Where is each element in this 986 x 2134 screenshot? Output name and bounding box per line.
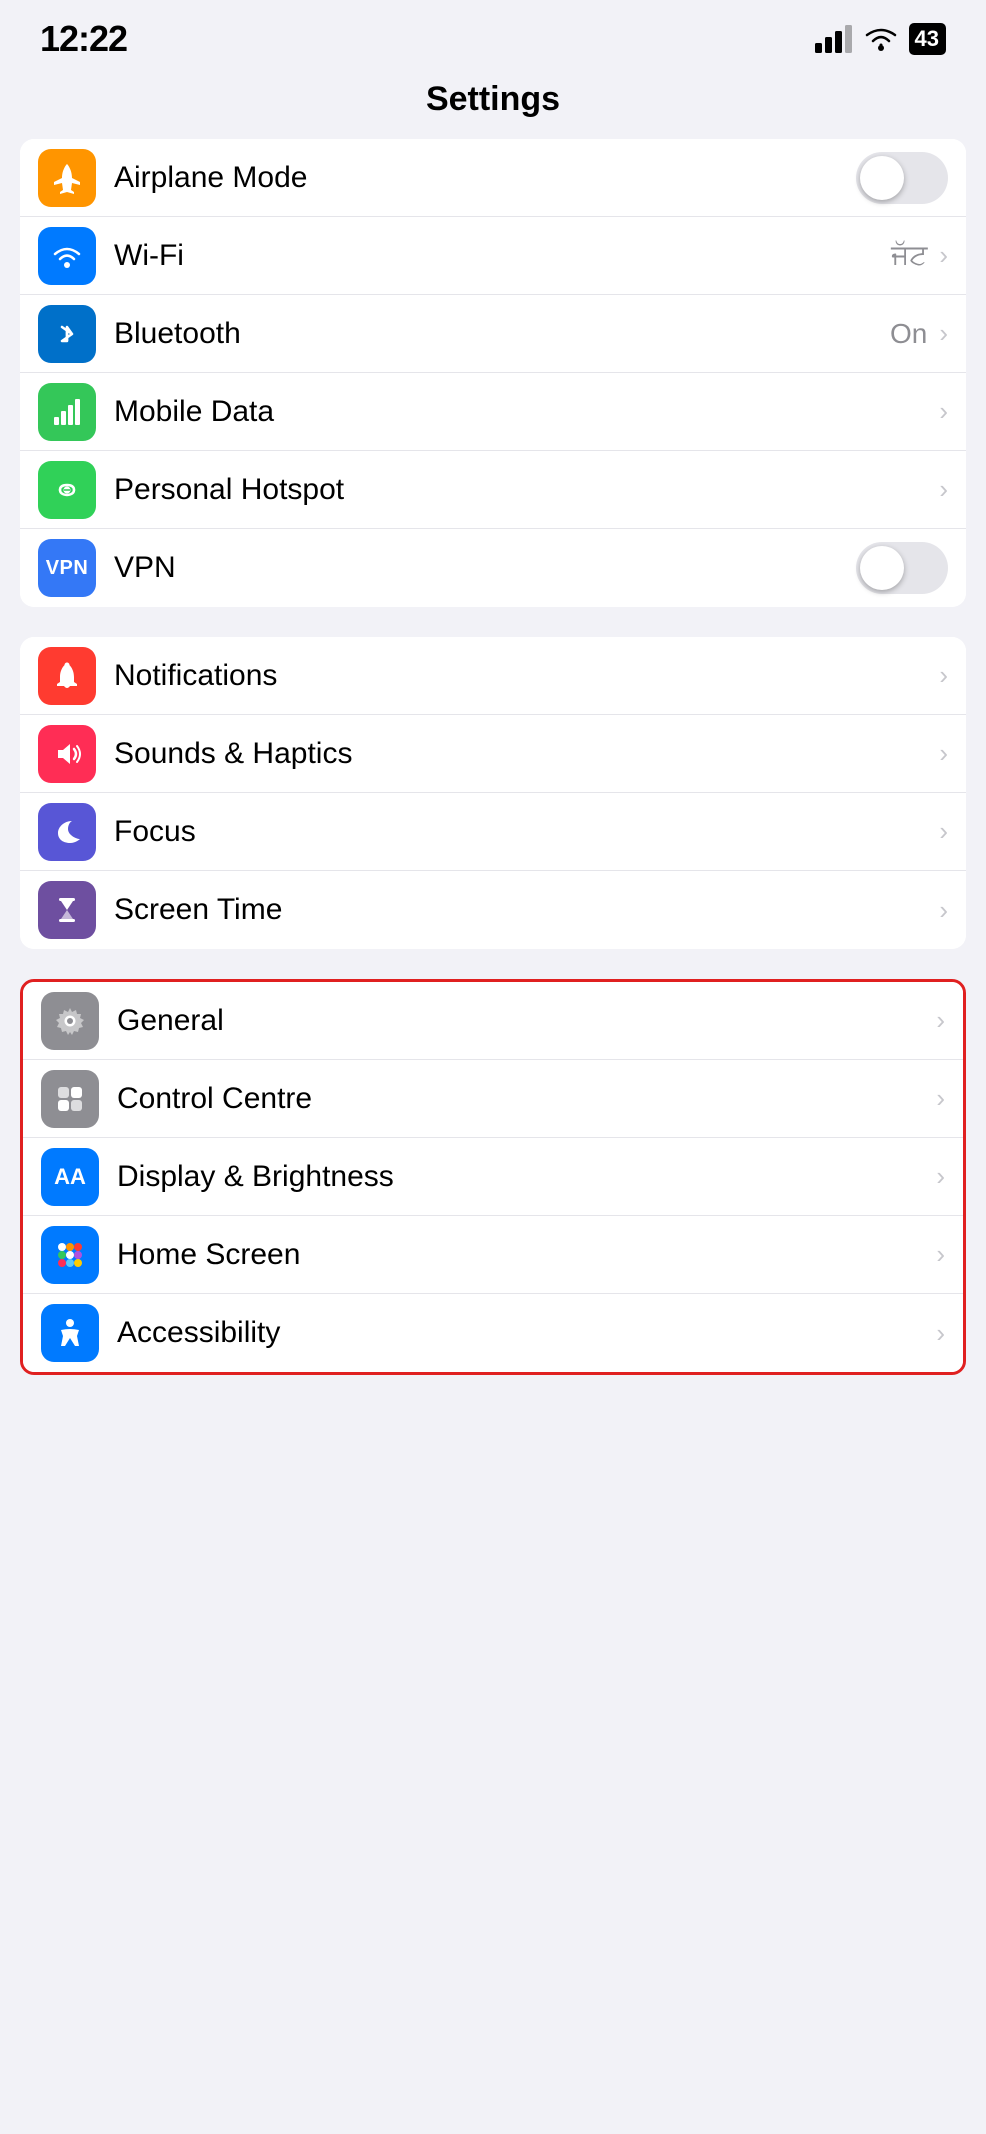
row-wifi[interactable]: Wi-Fi ਜੱਟ › <box>20 217 966 295</box>
home-screen-label: Home Screen <box>117 1238 932 1272</box>
bluetooth-svg <box>50 317 84 351</box>
display-brightness-label: Display & Brightness <box>117 1160 932 1194</box>
airplane-mode-thumb <box>860 156 904 200</box>
moon-svg <box>50 815 84 849</box>
hourglass-svg <box>50 893 84 927</box>
control-centre-icon <box>41 1070 99 1128</box>
status-time: 12:22 <box>40 18 127 60</box>
general-icon <box>41 992 99 1050</box>
row-airplane-mode[interactable]: Airplane Mode <box>20 139 966 217</box>
section-device: General › Control Centre › AA Display & … <box>20 979 966 1375</box>
home-screen-chevron: › <box>936 1239 945 1270</box>
vpn-toggle[interactable] <box>856 542 948 594</box>
row-mobile-data[interactable]: Mobile Data › <box>20 373 966 451</box>
sounds-haptics-label: Sounds & Haptics <box>114 737 935 771</box>
screen-time-chevron: › <box>939 895 948 926</box>
dots-svg <box>53 1238 87 1272</box>
mobile-data-icon <box>38 383 96 441</box>
vpn-icon: VPN <box>38 539 96 597</box>
mobile-data-label: Mobile Data <box>114 395 935 429</box>
notifications-icon <box>38 647 96 705</box>
bluetooth-label: Bluetooth <box>114 317 890 351</box>
bell-svg <box>50 659 84 693</box>
control-centre-chevron: › <box>936 1083 945 1114</box>
display-brightness-chevron: › <box>936 1161 945 1192</box>
wifi-chevron: › <box>939 240 948 271</box>
row-home-screen[interactable]: Home Screen › <box>23 1216 963 1294</box>
home-screen-icon <box>41 1226 99 1284</box>
toggles-svg <box>53 1082 87 1116</box>
accessibility-chevron: › <box>936 1318 945 1349</box>
status-bar: 12:22 43 <box>0 0 986 70</box>
battery-level: 43 <box>915 26 939 52</box>
control-centre-label: Control Centre <box>117 1082 932 1116</box>
airplane-mode-label: Airplane Mode <box>114 161 848 195</box>
vpn-label: VPN <box>114 551 848 585</box>
display-brightness-icon: AA <box>41 1148 99 1206</box>
vpn-text: VPN <box>46 557 89 580</box>
accessibility-svg <box>53 1316 87 1350</box>
notifications-chevron: › <box>939 660 948 691</box>
vpn-thumb <box>860 546 904 590</box>
row-notifications[interactable]: Notifications › <box>20 637 966 715</box>
page-title: Settings <box>0 70 986 139</box>
mobile-data-chevron: › <box>939 396 948 427</box>
personal-hotspot-chevron: › <box>939 474 948 505</box>
airplane-svg <box>50 161 84 195</box>
row-display-brightness[interactable]: AA Display & Brightness › <box>23 1138 963 1216</box>
bluetooth-icon-bg <box>38 305 96 363</box>
signal-icon <box>815 25 853 53</box>
aa-text: AA <box>54 1164 86 1190</box>
wifi-status-icon <box>863 25 899 53</box>
sounds-haptics-chevron: › <box>939 738 948 769</box>
row-screen-time[interactable]: Screen Time › <box>20 871 966 949</box>
speaker-svg <box>50 737 84 771</box>
screen-time-label: Screen Time <box>114 893 935 927</box>
notifications-label: Notifications <box>114 659 935 693</box>
wifi-icon <box>38 227 96 285</box>
focus-label: Focus <box>114 815 935 849</box>
accessibility-label: Accessibility <box>117 1316 932 1350</box>
battery-icon: 43 <box>909 23 946 55</box>
personal-hotspot-label: Personal Hotspot <box>114 473 935 507</box>
wifi-svg <box>50 239 84 273</box>
status-icons: 43 <box>815 23 946 55</box>
row-focus[interactable]: Focus › <box>20 793 966 871</box>
hotspot-svg <box>50 473 84 507</box>
row-general[interactable]: General › <box>23 982 963 1060</box>
row-personal-hotspot[interactable]: Personal Hotspot › <box>20 451 966 529</box>
row-bluetooth[interactable]: Bluetooth On › <box>20 295 966 373</box>
wifi-value: ਜੱਟ <box>891 239 927 272</box>
gear-svg <box>53 1004 87 1038</box>
section-connectivity: Airplane Mode Wi-Fi ਜੱਟ › Bluetooth On › <box>20 139 966 607</box>
wifi-label: Wi-Fi <box>114 239 891 273</box>
hotspot-icon <box>38 461 96 519</box>
focus-icon <box>38 803 96 861</box>
signal-svg <box>50 395 84 429</box>
row-vpn[interactable]: VPN VPN <box>20 529 966 607</box>
focus-chevron: › <box>939 816 948 847</box>
general-chevron: › <box>936 1005 945 1036</box>
bluetooth-value: On <box>890 318 927 350</box>
bluetooth-chevron: › <box>939 318 948 349</box>
airplane-mode-toggle[interactable] <box>856 152 948 204</box>
section-system: Notifications › Sounds & Haptics › Focus… <box>20 637 966 949</box>
row-sounds-haptics[interactable]: Sounds & Haptics › <box>20 715 966 793</box>
row-accessibility[interactable]: Accessibility › <box>23 1294 963 1372</box>
accessibility-icon <box>41 1304 99 1362</box>
general-label: General <box>117 1004 932 1038</box>
row-control-centre[interactable]: Control Centre › <box>23 1060 963 1138</box>
screen-time-icon <box>38 881 96 939</box>
sounds-icon <box>38 725 96 783</box>
airplane-mode-icon <box>38 149 96 207</box>
